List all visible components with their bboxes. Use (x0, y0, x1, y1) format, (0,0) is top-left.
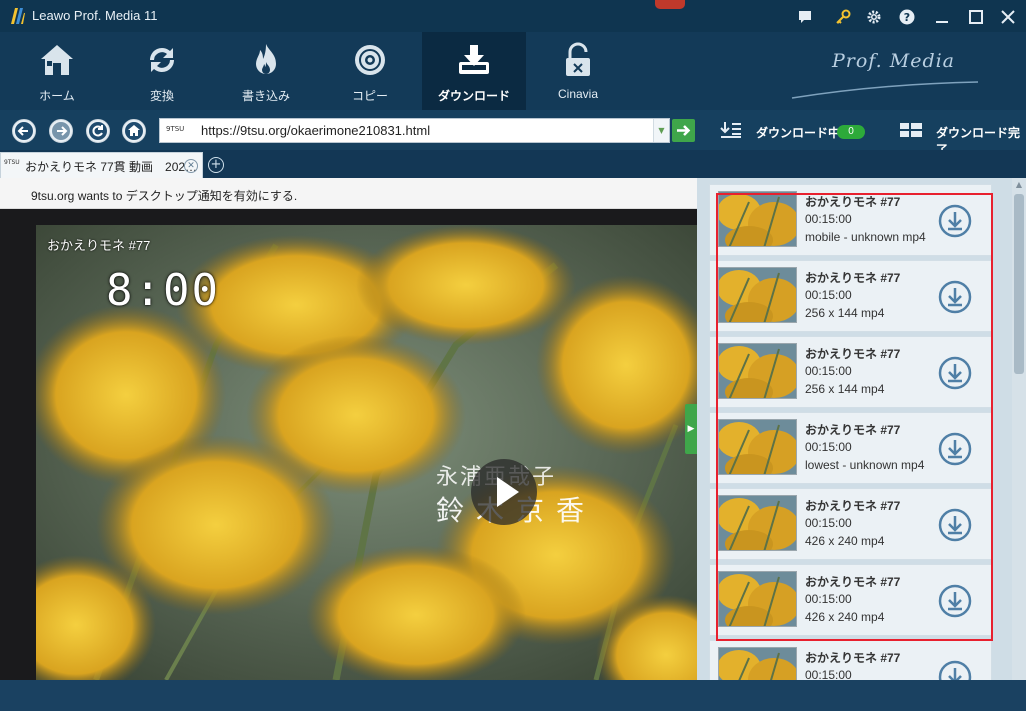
download-circle-icon[interactable] (938, 660, 972, 680)
convert-icon (149, 47, 175, 73)
arrow-right-icon (52, 122, 70, 140)
completed-grid-icon[interactable] (900, 123, 922, 137)
nav-download-label: ダウンロード (437, 89, 510, 103)
url-dropdown-icon[interactable]: ▼ (653, 119, 669, 142)
forward-button[interactable] (49, 119, 73, 143)
tab-close-icon[interactable]: ✕ (184, 159, 198, 173)
minimize-icon[interactable] (934, 9, 950, 25)
app-title: Leawo Prof. Media 11 (32, 8, 158, 23)
title-bar: Leawo Prof. Media 11 ? (0, 0, 1026, 32)
video-card-title: おかえりモネ #77 (805, 651, 901, 665)
nav-cinavia-button[interactable]: Cinavia (526, 32, 630, 110)
downloading-icon[interactable] (720, 121, 742, 139)
burn-icon (256, 44, 276, 74)
notification-bar: 9tsu.org wants to デスクトップ通知を有効にする. (0, 178, 697, 209)
tab-favicon: 9TSU (4, 159, 20, 166)
video-clock-overlay: 8:00 (106, 265, 220, 316)
top-indicator-tab[interactable] (655, 0, 685, 9)
thumbnail-image (719, 648, 796, 680)
video-player[interactable]: おかえりモネ #77 8:00 永浦亜哉子 鈴木京香 (36, 225, 697, 680)
home-icon (41, 45, 73, 75)
refresh-button[interactable] (86, 119, 110, 143)
home-page-button[interactable] (122, 119, 146, 143)
url-text: https://9tsu.org/okaerimone210831.html (201, 123, 431, 138)
site-favicon: 9TSU (166, 125, 185, 133)
scrollbar-thumb[interactable] (1014, 194, 1024, 374)
nav-convert-label: 変換 (149, 89, 174, 103)
home-small-icon (125, 122, 143, 140)
svg-text:?: ? (904, 11, 910, 24)
back-button[interactable] (12, 119, 36, 143)
gear-icon[interactable] (866, 9, 882, 25)
download-icon (459, 45, 489, 74)
nav-copy-button[interactable]: コピー (318, 32, 422, 110)
brand-logo: Prof. Media (832, 50, 956, 72)
close-icon[interactable] (1000, 9, 1016, 25)
notification-text: 9tsu.org wants to デスクトップ通知を有効にする. (31, 189, 298, 203)
browser-tab[interactable]: 9TSU おかえりモネ 77貫 動画 202… ✕ (0, 152, 203, 178)
video-thumbnail (718, 647, 797, 680)
video-card-duration: 00:15:00 (805, 668, 852, 680)
cinavia-lock-icon (566, 42, 590, 76)
go-button[interactable] (672, 119, 695, 142)
status-bar (0, 680, 1026, 711)
nav-cinavia-label: Cinavia (557, 87, 599, 101)
downloading-label[interactable]: ダウンロード中 (756, 124, 840, 141)
nav-copy-label: コピー (351, 89, 388, 103)
url-input[interactable]: 9TSU https://9tsu.org/okaerimone210831.h… (159, 118, 670, 143)
help-icon[interactable]: ? (899, 9, 915, 25)
brand-swoosh-icon (791, 81, 979, 99)
new-tab-icon[interactable]: + (208, 157, 224, 173)
tab-title: おかえりモネ 77貫 動画 202… (25, 160, 198, 174)
nav-convert-button[interactable]: 変換 (110, 32, 214, 110)
video-card[interactable]: おかえりモネ #77 00:15:00 (709, 640, 992, 680)
copy-disc-icon (355, 45, 385, 75)
nav-home-label: ホーム (39, 89, 75, 103)
key-icon[interactable] (835, 9, 851, 25)
scroll-up-icon[interactable]: ▲ (1012, 178, 1026, 192)
app-logo-icon (11, 8, 25, 24)
nav-burn-label: 書き込み (241, 89, 290, 103)
play-icon (497, 477, 519, 507)
downloading-count-badge: 0 (837, 125, 865, 139)
video-title-overlay: おかえりモネ #77 (47, 238, 151, 253)
arrow-left-icon (15, 122, 33, 140)
nav-download-button[interactable]: ダウンロード (422, 32, 526, 110)
panel-toggle-handle[interactable]: ▶ (685, 404, 697, 454)
annotation-highlight-box (716, 193, 993, 641)
nav-burn-button[interactable]: 書き込み (214, 32, 318, 110)
refresh-icon (89, 122, 107, 140)
maximize-icon[interactable] (968, 9, 984, 25)
play-button[interactable] (471, 459, 537, 525)
chat-icon[interactable] (797, 9, 813, 25)
nav-home-button[interactable]: ホーム (5, 32, 109, 110)
go-arrow-icon (677, 125, 691, 136)
